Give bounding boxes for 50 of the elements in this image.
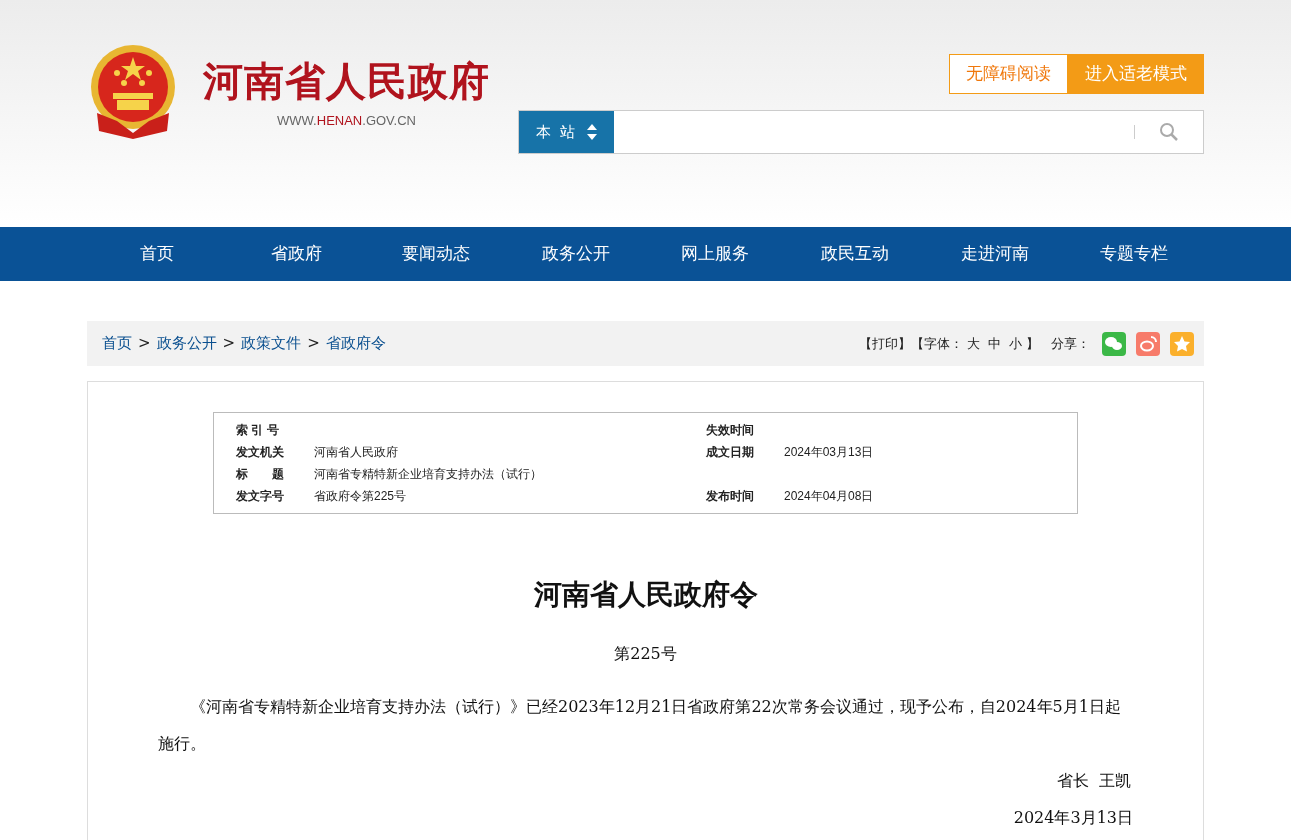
signature: 省长 王凯 — [1055, 770, 1132, 792]
search-icon[interactable] — [1159, 122, 1179, 142]
site-url-part: .GOV.CN — [362, 112, 416, 130]
nav-link[interactable]: 首页 — [87, 227, 227, 281]
nav-link[interactable]: 网上服务 — [645, 227, 786, 281]
meta-value: 省政府令第225号 — [314, 488, 408, 505]
font-size-bracket: 】 — [1026, 334, 1039, 353]
nav-link[interactable]: 政民互动 — [785, 227, 925, 281]
order-number: 第225号 — [613, 643, 678, 665]
meta-value: 河南省专精特新企业培育支持办法（试行） — [314, 466, 543, 483]
nav-link[interactable]: 专题专栏 — [1064, 227, 1204, 281]
meta-label: 发布时间 — [706, 488, 755, 505]
meta-label: 标 题 — [235, 466, 285, 483]
nav-link[interactable]: 要闻动态 — [366, 227, 506, 281]
breadcrumb-separator: > — [307, 333, 320, 355]
font-size-label: 【字体： — [911, 334, 963, 353]
meta-value: 2024年03月13日 — [784, 444, 874, 461]
meta-label: 失效时间 — [706, 422, 755, 439]
site-title: 河南省人民政府 — [203, 57, 490, 105]
breadcrumb-link[interactable]: 政策文件 — [241, 332, 302, 355]
share-label: 分享： — [1051, 334, 1090, 353]
meta-label: 发文字号 — [235, 488, 285, 505]
breadcrumb-link[interactable]: 政务公开 — [156, 332, 217, 355]
search-scope-select[interactable]: 本 站 — [519, 111, 614, 153]
search-bar[interactable]: 本 站 — [518, 110, 1204, 154]
meta-value: 河南省人民政府 — [314, 444, 399, 461]
meta-label: 发文机关 — [235, 444, 285, 461]
article-date: 2024年3月13日 — [1012, 807, 1133, 829]
breadcrumb-link[interactable]: 首页 — [102, 332, 132, 355]
breadcrumb-link[interactable]: 省政府令 — [325, 332, 386, 355]
article-title: 河南省人民政府令 — [532, 577, 759, 613]
sort-icon — [587, 124, 598, 140]
meta-label: 索 引 号 — [235, 422, 280, 439]
nav-link[interactable]: 省政府 — [226, 227, 367, 281]
font-size-link[interactable]: 中 — [988, 333, 1001, 354]
print-link[interactable]: 【打印】 — [859, 333, 911, 354]
meta-label: 成文日期 — [706, 444, 755, 461]
nav-link[interactable]: 走进河南 — [924, 227, 1065, 281]
wechat-share-icon[interactable] — [1102, 331, 1126, 356]
site-url-part: WWW. — [277, 112, 317, 130]
meta-value: 2024年04月08日 — [784, 488, 874, 505]
nav-link[interactable]: 政务公开 — [505, 227, 646, 281]
site-url-part: HENAN — [316, 112, 363, 130]
font-size-link[interactable]: 大 — [967, 333, 980, 354]
font-size-link[interactable]: 小 — [1009, 333, 1022, 354]
favorite-share-icon[interactable] — [1170, 331, 1194, 356]
breadcrumb-separator: > — [138, 333, 151, 355]
weibo-share-icon[interactable] — [1136, 331, 1160, 356]
article-paragraph: 《河南省专精特新企业培育支持办法（试行）》已经2023年12月21日省政府第22次常务会议通过，现予公布，自2024年5月1日起施行。 — [158, 696, 1122, 755]
breadcrumb-separator: > — [222, 333, 236, 355]
